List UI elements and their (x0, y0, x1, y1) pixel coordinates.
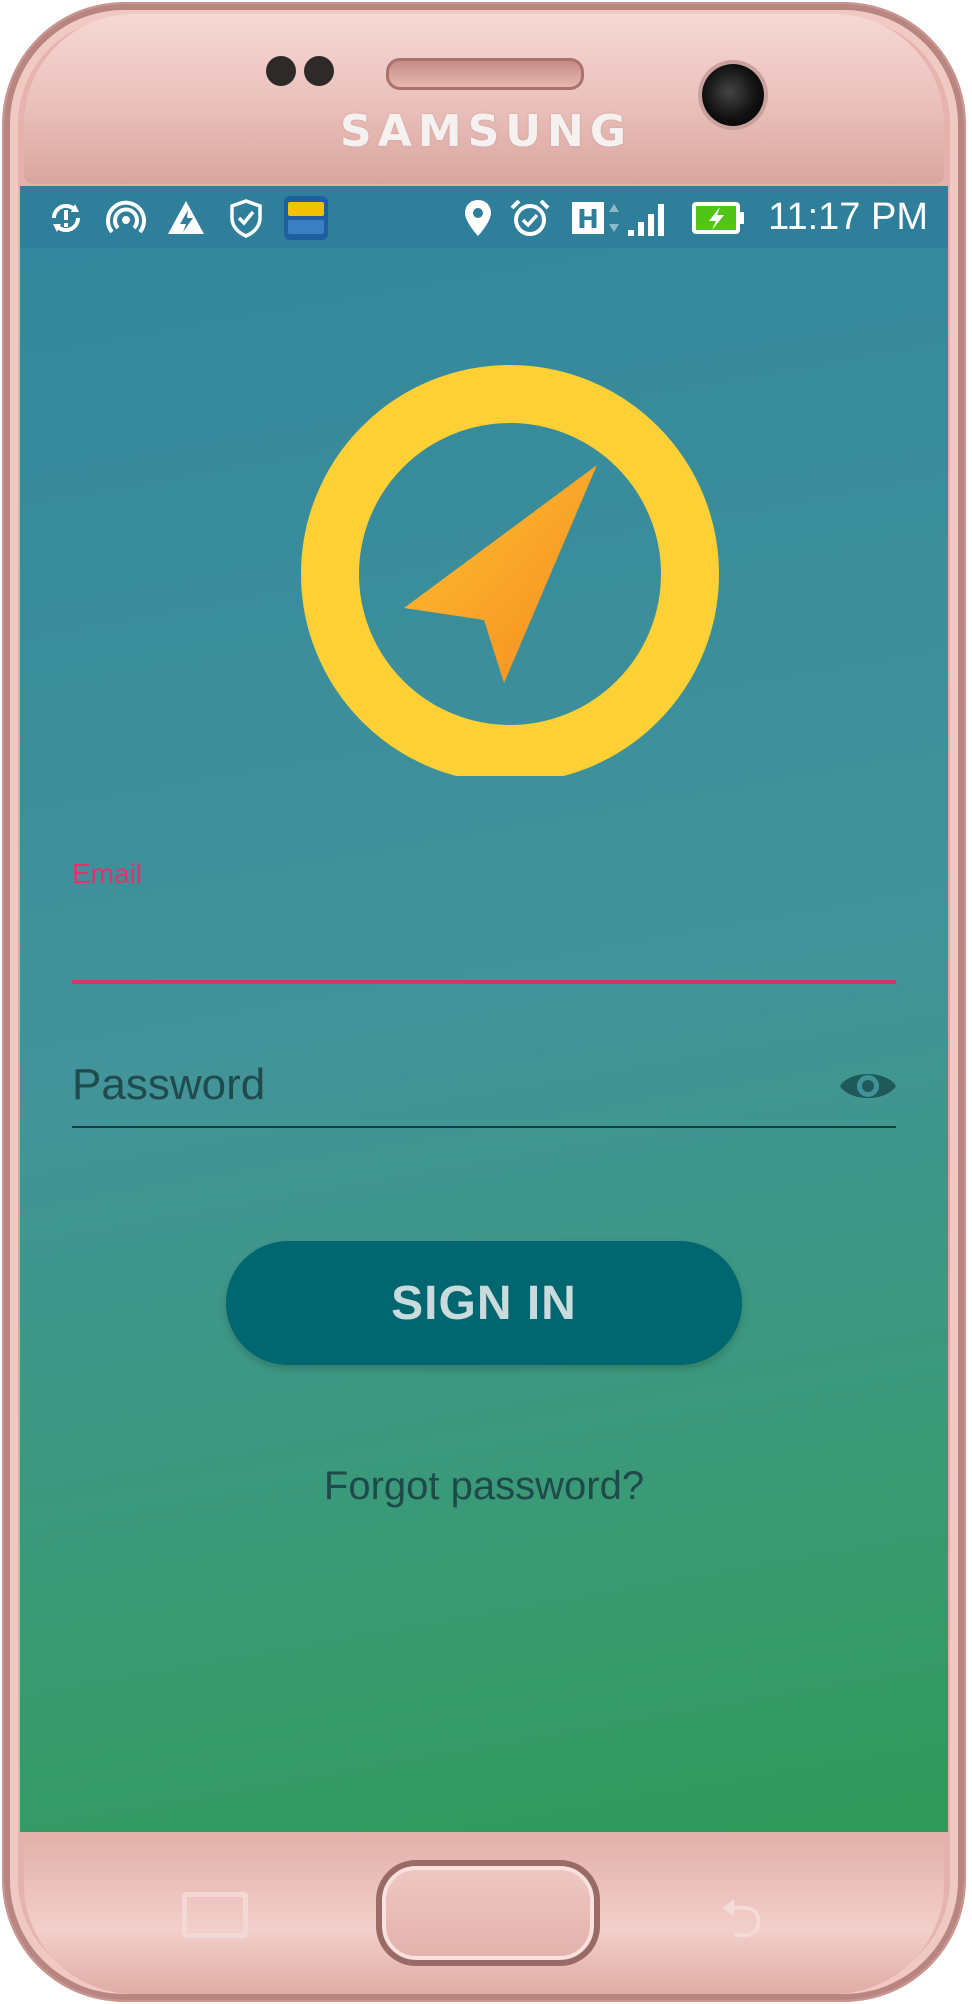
app-screen: H 11:17 PM Email Password SIGN IN Forgot… (20, 186, 948, 1832)
svg-text:H: H (577, 205, 599, 235)
alarm-icon (510, 199, 550, 236)
clock: 11:17 PM (768, 196, 928, 238)
phone-top-bezel (24, 14, 944, 184)
recents-key[interactable] (182, 1892, 248, 1938)
device-brand: SAMSUNG (340, 106, 632, 157)
password-field[interactable]: Password (72, 1060, 265, 1110)
light-sensor (304, 56, 334, 86)
forgot-password-link[interactable]: Forgot password? (20, 1464, 948, 1509)
navigation-arrow-logo (301, 365, 719, 776)
battery-charging-icon (692, 202, 744, 234)
power-saver-icon (168, 201, 204, 234)
proximity-sensor (266, 56, 296, 86)
sign-in-button[interactable]: SIGN IN (226, 1241, 742, 1365)
shield-check-icon (230, 199, 262, 238)
location-pin-icon (465, 200, 491, 236)
sync-alert-icon (51, 203, 81, 233)
status-bar: H 11:17 PM (20, 186, 948, 248)
home-button[interactable] (376, 1860, 600, 1966)
password-underline (72, 1126, 896, 1128)
email-field[interactable] (72, 886, 896, 976)
eye-icon[interactable] (838, 1064, 898, 1108)
back-key[interactable]: ⮌ (720, 1880, 763, 1972)
email-underline (72, 980, 896, 984)
hotspot-icon (106, 200, 146, 234)
h-network-icon: H (572, 202, 619, 235)
tflat-app-icon (284, 196, 328, 240)
signal-bars-icon (628, 204, 664, 236)
earpiece-speaker (386, 58, 584, 90)
